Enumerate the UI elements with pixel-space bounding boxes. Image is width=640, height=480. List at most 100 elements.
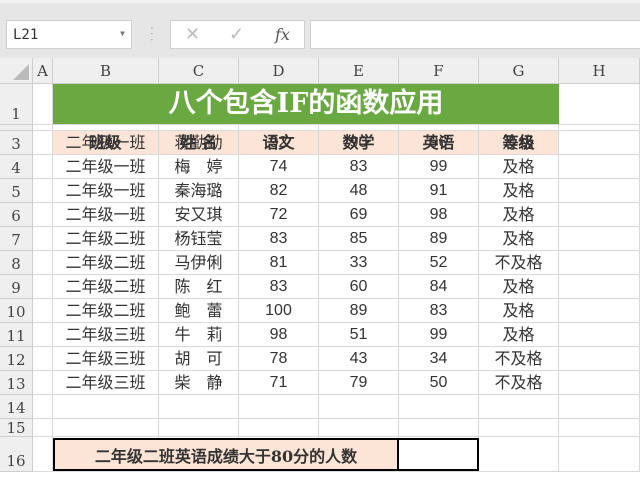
grid-cell[interactable] — [33, 275, 53, 299]
table-cell[interactable]: 二年级二班 — [53, 275, 159, 299]
grid-cell[interactable] — [53, 419, 159, 437]
table-cell[interactable]: 60 — [319, 275, 399, 299]
table-cell[interactable]: 二年级三班 — [53, 347, 159, 371]
grid-cell[interactable] — [33, 84, 53, 125]
grid-cell[interactable] — [559, 395, 640, 419]
grid-cell[interactable] — [559, 419, 640, 437]
table-cell[interactable]: 78 — [239, 347, 319, 371]
table-cell[interactable]: 98 — [399, 203, 479, 227]
select-all-icon[interactable] — [13, 64, 29, 80]
column-header-F[interactable]: F — [399, 58, 479, 84]
table-cell[interactable]: 马伊俐 — [159, 251, 239, 275]
grid-cell[interactable] — [559, 179, 640, 203]
table-cell[interactable]: 89 — [399, 227, 479, 251]
column-header-D[interactable]: D — [239, 58, 319, 84]
table-cell[interactable]: 及格 — [479, 323, 559, 347]
row-header[interactable]: 9 — [0, 275, 33, 299]
table-cell[interactable]: 82 — [239, 179, 319, 203]
summary-value[interactable] — [397, 438, 479, 471]
table-cell[interactable]: 52 — [399, 251, 479, 275]
grid-cell[interactable] — [33, 179, 53, 203]
grid-cell[interactable] — [33, 251, 53, 275]
table-cell[interactable]: 50 — [399, 371, 479, 395]
grid-cell[interactable] — [399, 419, 479, 437]
table-cell[interactable]: 98 — [239, 323, 319, 347]
grid-cell[interactable] — [33, 299, 53, 323]
table-cell[interactable]: 51 — [319, 323, 399, 347]
table-cell[interactable]: 二年级二班 — [53, 251, 159, 275]
table-cell[interactable]: 及格 — [479, 179, 559, 203]
row-header[interactable]: 4 — [0, 155, 33, 179]
select-all-corner[interactable] — [0, 58, 33, 84]
row-header[interactable]: 3 — [0, 131, 33, 155]
confirm-icon[interactable]: ✓ — [229, 24, 244, 45]
grid-cell[interactable] — [559, 323, 640, 347]
grid-cell[interactable] — [33, 371, 53, 395]
row-header[interactable]: 6 — [0, 203, 33, 227]
grid-cell[interactable] — [559, 227, 640, 251]
grid-cell[interactable] — [559, 131, 640, 155]
grid-cell[interactable] — [53, 395, 159, 419]
table-cell[interactable]: 33 — [319, 251, 399, 275]
table-cell[interactable]: 84 — [399, 275, 479, 299]
table-cell[interactable]: 及格 — [479, 131, 559, 155]
grid-cell[interactable] — [159, 395, 239, 419]
column-header-G[interactable]: G — [479, 58, 559, 84]
table-cell[interactable]: 二年级一班 — [53, 131, 159, 155]
row-header[interactable]: 7 — [0, 227, 33, 251]
grid-cell[interactable] — [479, 395, 559, 419]
grid-cell[interactable] — [559, 299, 640, 323]
table-cell[interactable]: 43 — [319, 347, 399, 371]
table-cell[interactable]: 及格 — [479, 227, 559, 251]
grid-cell[interactable] — [319, 419, 399, 437]
formula-input[interactable] — [310, 20, 640, 49]
row-header[interactable]: 10 — [0, 299, 33, 323]
table-cell[interactable]: 二年级三班 — [53, 371, 159, 395]
table-cell[interactable]: 二年级三班 — [53, 323, 159, 347]
grid-cell[interactable] — [559, 275, 640, 299]
table-cell[interactable]: 安又琪 — [159, 203, 239, 227]
table-cell[interactable]: 二年级一班 — [53, 179, 159, 203]
table-cell[interactable]: 83 — [239, 275, 319, 299]
grid-cell[interactable] — [559, 437, 640, 472]
grid-cell[interactable] — [33, 419, 53, 437]
table-cell[interactable]: 92 — [239, 131, 319, 155]
table-cell[interactable]: 及格 — [479, 155, 559, 179]
table-cell[interactable]: 48 — [319, 179, 399, 203]
column-header-A[interactable]: A — [33, 58, 53, 84]
row-header[interactable]: 5 — [0, 179, 33, 203]
table-cell[interactable]: 陈 红 — [159, 275, 239, 299]
grid-cell[interactable] — [33, 131, 53, 155]
grid-cell[interactable] — [239, 395, 319, 419]
summary-label[interactable]: 二年级二班英语成绩大于80分的人数 — [53, 438, 399, 471]
grid-cell[interactable] — [559, 251, 640, 275]
chevron-down-icon[interactable]: ▼ — [120, 29, 125, 38]
drag-handle-icon[interactable]: · · · — [150, 22, 154, 46]
grid-cell[interactable] — [559, 84, 640, 125]
grid-cell[interactable] — [559, 155, 640, 179]
grid-cell[interactable] — [33, 203, 53, 227]
table-cell[interactable]: 89 — [319, 299, 399, 323]
row-header[interactable]: 15 — [0, 419, 33, 437]
table-cell[interactable]: 二年级二班 — [53, 299, 159, 323]
grid-cell[interactable] — [559, 347, 640, 371]
sheet-title[interactable]: 八个包含IF的函数应用 — [53, 84, 559, 124]
table-cell[interactable]: 72 — [239, 203, 319, 227]
row-header[interactable]: 11 — [0, 323, 33, 347]
grid-cell[interactable] — [239, 419, 319, 437]
grid-cell[interactable] — [559, 371, 640, 395]
table-cell[interactable]: 91 — [399, 179, 479, 203]
grid-cell[interactable] — [479, 419, 559, 437]
grid-cell[interactable] — [479, 437, 559, 472]
row-header[interactable]: 16 — [0, 437, 33, 472]
table-cell[interactable]: 99 — [399, 323, 479, 347]
grid-cell[interactable] — [33, 437, 53, 472]
table-cell[interactable]: 74 — [239, 155, 319, 179]
table-cell[interactable]: 二年级一班 — [53, 203, 159, 227]
grid-cell[interactable] — [399, 395, 479, 419]
column-header-B[interactable]: B — [53, 58, 159, 84]
grid-cell[interactable] — [33, 395, 53, 419]
table-cell[interactable]: 90 — [319, 131, 399, 155]
grid-cell[interactable] — [33, 323, 53, 347]
table-cell[interactable]: 96 — [399, 131, 479, 155]
